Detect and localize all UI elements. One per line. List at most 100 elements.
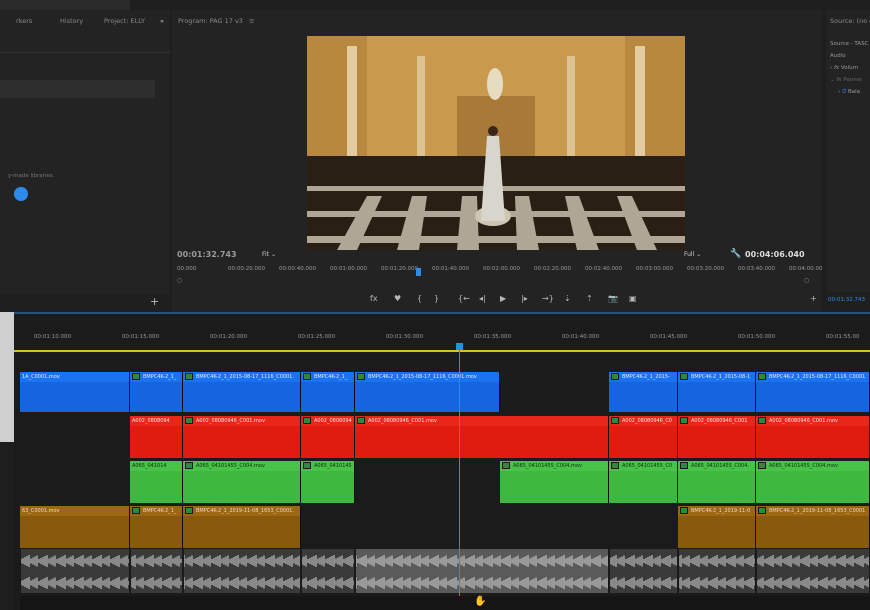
clip-label: A065_04101455_C004.mov <box>183 461 300 471</box>
audio-clip[interactable] <box>301 548 355 594</box>
chevron-down-icon: ⌄ <box>270 251 276 258</box>
panner-effect[interactable]: ⌄ fx Panner <box>830 77 862 83</box>
ruler-label: 00:04:00.00 <box>789 266 823 272</box>
fx-badge-icon <box>611 462 619 469</box>
audio-clip[interactable] <box>183 548 301 594</box>
audio-clip[interactable] <box>20 548 130 594</box>
transport-button[interactable]: ⇣ <box>564 294 571 303</box>
ruler-label: 00:00:20.000 <box>228 266 265 272</box>
ruler-label: 00:03:20.000 <box>687 266 724 272</box>
timeline-clip[interactable]: A002_08080946_C001.mov <box>183 416 301 458</box>
transport-button[interactable]: ⇡ <box>586 294 593 303</box>
video-frame <box>307 36 685 250</box>
video-image <box>307 36 685 250</box>
ruler-label: 00:01:20.000 <box>381 266 418 272</box>
audio-clip[interactable] <box>355 548 609 594</box>
fx-badge-icon <box>132 373 140 380</box>
transport-button[interactable]: →} <box>542 294 554 303</box>
audio-clip[interactable] <box>609 548 678 594</box>
program-tab[interactable]: Program: PAG 17 v3 ≡ <box>178 10 254 32</box>
clip-label: BMPC4K-2_1_2019-11-0 <box>678 506 755 516</box>
timeline-clip[interactable]: BMPC4K-2_1_ <box>301 372 355 412</box>
timeline-ruler-label: 00:01:25.000 <box>298 334 335 340</box>
transport-button[interactable]: fx <box>370 294 378 303</box>
program-ruler[interactable]: 00.000 00:00:20.000 00:00:40.000 00:01:00.0… <box>177 266 822 276</box>
project-panel: rkers History Project: ELLY » y-made lib… <box>0 10 170 312</box>
timeline-clip[interactable]: 63_C0001.mov <box>20 506 130 548</box>
timeline-clip[interactable]: BMPC4K-2_1_2019-11-08_1653_C0001 <box>756 506 870 548</box>
tab-markers[interactable]: rkers <box>16 10 32 32</box>
timeline-clip[interactable]: BMPC4K-2_1_ <box>130 372 183 412</box>
timeline-clip[interactable]: A002_0808094 <box>130 416 183 458</box>
timeline-clip[interactable]: A002_08080946_C001 <box>678 416 756 458</box>
transport-button[interactable]: { <box>417 294 422 303</box>
timeline-clip[interactable]: A002_0808094 <box>301 416 355 458</box>
tab-history[interactable]: History <box>60 10 83 32</box>
timeline-clip[interactable]: A065_041014 <box>130 461 183 503</box>
timeline-clip[interactable]: A065_04101455_C0 <box>609 461 678 503</box>
wrench-icon[interactable]: 🔧 <box>730 249 741 259</box>
timeline-ruler-label: 00:01:40.000 <box>562 334 599 340</box>
transport-button[interactable]: + <box>810 294 817 303</box>
stopwatch-icon: ⏱ <box>841 89 847 95</box>
fx-badge-icon <box>758 462 766 469</box>
transport-button[interactable]: } <box>434 294 439 303</box>
program-playhead[interactable] <box>416 268 421 276</box>
timeline-clip[interactable]: A065_04101455_C004.mov <box>756 461 870 503</box>
ruler-label: 00:02:00.000 <box>483 266 520 272</box>
clip-label: A065_041014 <box>130 461 182 471</box>
resolution-dropdown[interactable]: Full ⌄ <box>684 251 701 258</box>
audio-clip[interactable] <box>130 548 183 594</box>
timeline-clip[interactable]: BMPC4K-2_1_2019-11-0 <box>678 506 756 548</box>
volume-effect[interactable]: › fx Volum <box>830 65 858 71</box>
transport-button[interactable]: ◂| <box>479 294 486 303</box>
tab-project[interactable]: Project: ELLY <box>104 10 145 32</box>
timeline-clip[interactable]: A065_04101455_C004. <box>678 461 756 503</box>
balance-param[interactable]: › ⏱ Bala <box>838 89 860 96</box>
fx-badge-icon <box>132 507 140 514</box>
clip-label: A002_08080946_C0 <box>609 416 677 426</box>
transport-button[interactable]: 📷 <box>608 294 618 303</box>
timeline-clip[interactable]: BMPC4K-2_1_2015-08-1 <box>678 372 756 412</box>
timeline-clip[interactable]: A065_04101455_C004.mov <box>183 461 301 503</box>
timeline-playhead-line <box>459 345 460 610</box>
timeline-clip[interactable]: BMPC4K-2_1_2015-08-17_1116_C0001. <box>183 372 301 412</box>
transport-button[interactable]: |▸ <box>521 294 528 303</box>
overflow-icon[interactable]: » <box>160 10 164 32</box>
fx-badge-icon <box>502 462 510 469</box>
transport-button[interactable]: ▣ <box>629 294 637 303</box>
transport-button[interactable]: {← <box>458 294 470 303</box>
timeline-clip[interactable]: BMPC4K-2_1_2015-08-17_1116_C0001.mov <box>355 372 500 412</box>
timeline-ruler[interactable]: 00:01:10.000 00:01:15.000 00:01:20.000 00:0… <box>14 334 870 344</box>
transport-button[interactable]: ▶ <box>500 294 506 303</box>
timeline-clip[interactable]: A002_08080946_C0 <box>609 416 678 458</box>
clip-label: A065_04101455_C0 <box>609 461 677 471</box>
audio-clip[interactable] <box>678 548 756 594</box>
timeline-scrollbar[interactable] <box>20 596 870 610</box>
source-title[interactable]: Source: (no cl <box>830 10 870 32</box>
create-library-button[interactable] <box>14 187 28 201</box>
audio-clip[interactable] <box>756 548 870 594</box>
source-panel: Source: (no cl Source - TASC Audio › fx … <box>826 10 870 312</box>
timeline-clip[interactable]: A065_0410145 <box>301 461 355 503</box>
panel-menu-icon[interactable]: ≡ <box>249 17 254 25</box>
transport-button[interactable]: ♥ <box>394 294 401 303</box>
timeline-clip[interactable]: BMPC4K-2_1_ <box>130 506 183 548</box>
new-item-icon[interactable]: + <box>150 295 159 308</box>
timeline-clip[interactable]: BMPC4K-2_1_2019-11-08_1653_C0001. <box>183 506 301 548</box>
program-title: Program: PAG 17 v3 <box>178 17 243 25</box>
clip-label: A065_0410145 <box>301 461 354 471</box>
work-area-bar[interactable] <box>14 350 870 352</box>
left-gutter <box>0 312 14 442</box>
audio-label: Audio <box>830 53 846 59</box>
timeline-clip[interactable]: A002_08080946_C001.mov <box>355 416 609 458</box>
fx-badge-icon <box>303 462 311 469</box>
timeline-clip[interactable]: BMPC4K-2_1_2015-08-17_1116_C0001 <box>756 372 870 412</box>
program-current-timecode[interactable]: 00:01:32.743 <box>177 250 237 259</box>
clip-label: BMPC4K-2_1_ <box>130 372 182 382</box>
fit-dropdown[interactable]: Fit ⌄ <box>262 251 276 258</box>
timeline-clip[interactable]: A065_04101455_C004.mov <box>500 461 609 503</box>
timeline-clip[interactable]: A002_08080946_C001.mov <box>756 416 870 458</box>
timeline-clip[interactable]: BMPC4K-2_1_2015- <box>609 372 678 412</box>
timeline-clip[interactable]: 1A_C0001.mov <box>20 372 130 412</box>
